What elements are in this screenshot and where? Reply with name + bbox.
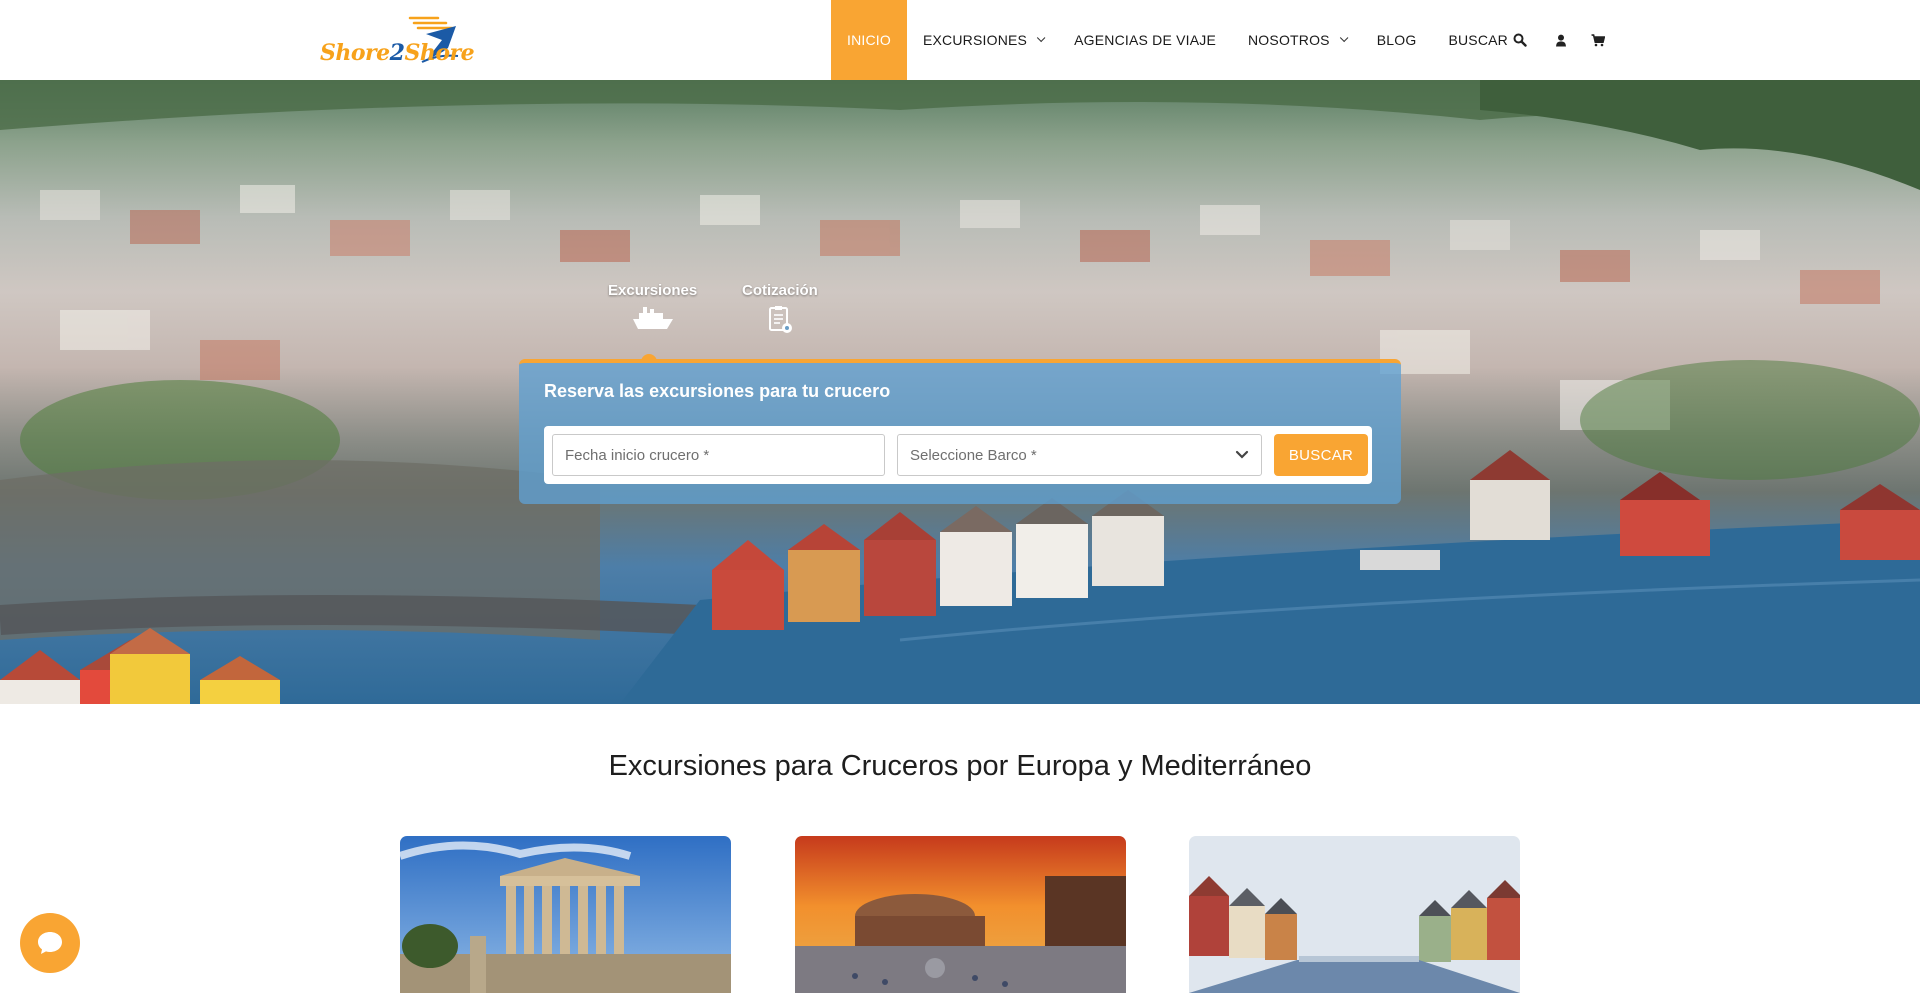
chevron-down-icon xyxy=(1036,33,1046,43)
cruise-ship-icon xyxy=(632,307,673,329)
chat-button[interactable] xyxy=(20,913,80,973)
search-button[interactable]: BUSCAR xyxy=(1274,434,1368,476)
main-nav: INICIO EXCURSIONES AGENCIAS DE VIAJE NOS… xyxy=(831,0,1617,80)
nav-label: BUSCAR xyxy=(1448,32,1508,48)
nav-label: NOSOTROS xyxy=(1248,32,1330,48)
ship-select[interactable]: Seleccione Barco * xyxy=(897,434,1262,476)
hero-banner: Excursiones Cotización Reserva las excur… xyxy=(0,80,1920,704)
nav-excursiones[interactable]: EXCURSIONES xyxy=(907,0,1058,80)
nav-label: AGENCIAS DE VIAJE xyxy=(1074,32,1216,48)
chevron-down-icon xyxy=(1235,450,1249,459)
nav-label: BLOG xyxy=(1376,32,1417,48)
site-logo[interactable]: Shore2Shore xyxy=(318,12,475,68)
tab-label: Cotización xyxy=(742,282,818,299)
nav-nosotros[interactable]: NOSOTROS xyxy=(1232,0,1361,80)
chevron-down-icon xyxy=(1339,33,1349,43)
cart-icon xyxy=(1591,33,1605,46)
user-icon xyxy=(1555,34,1566,46)
tab-label: Excursiones xyxy=(608,282,698,299)
tab-cotizacion[interactable]: Cotización xyxy=(742,282,818,335)
search-icon xyxy=(1513,33,1527,47)
booking-form: Seleccione Barco * BUSCAR xyxy=(544,426,1372,484)
nav-label: INICIO xyxy=(847,32,891,48)
booking-title: Reserva las excursiones para tu crucero xyxy=(544,381,891,401)
acropolis-photo xyxy=(400,836,731,993)
cart-button[interactable] xyxy=(1579,0,1617,80)
account-button[interactable] xyxy=(1543,0,1579,80)
nav-agencias-de-viaje[interactable]: AGENCIAS DE VIAJE xyxy=(1058,0,1232,80)
nav-label: EXCURSIONES xyxy=(922,32,1028,48)
excursion-card[interactable] xyxy=(795,836,1126,993)
tab-excursiones[interactable]: Excursiones xyxy=(608,282,697,331)
excursion-card[interactable] xyxy=(400,836,731,993)
logo-wordmark: Shore2Shore xyxy=(320,40,475,66)
booking-panel: Reserva las excursiones para tu crucero … xyxy=(519,359,1401,504)
chat-icon xyxy=(38,932,62,954)
quote-document-icon xyxy=(768,306,792,333)
nav-blog[interactable]: BLOG xyxy=(1361,0,1433,80)
nav-inicio[interactable]: INICIO xyxy=(831,0,907,80)
site-header: Shore2Shore INICIO EXCURSIONES AGENCIAS … xyxy=(0,0,1920,80)
rhodes-sunset-photo xyxy=(795,836,1126,993)
trondheim-harbor-photo xyxy=(1189,836,1520,993)
section-title: Excursiones para Cruceros por Europa y M… xyxy=(608,750,1312,782)
cruise-start-date-input[interactable] xyxy=(552,434,885,476)
excursion-card[interactable] xyxy=(1189,836,1520,993)
nav-buscar[interactable]: BUSCAR xyxy=(1432,0,1543,80)
ship-select-value: Seleccione Barco * xyxy=(910,446,1037,464)
